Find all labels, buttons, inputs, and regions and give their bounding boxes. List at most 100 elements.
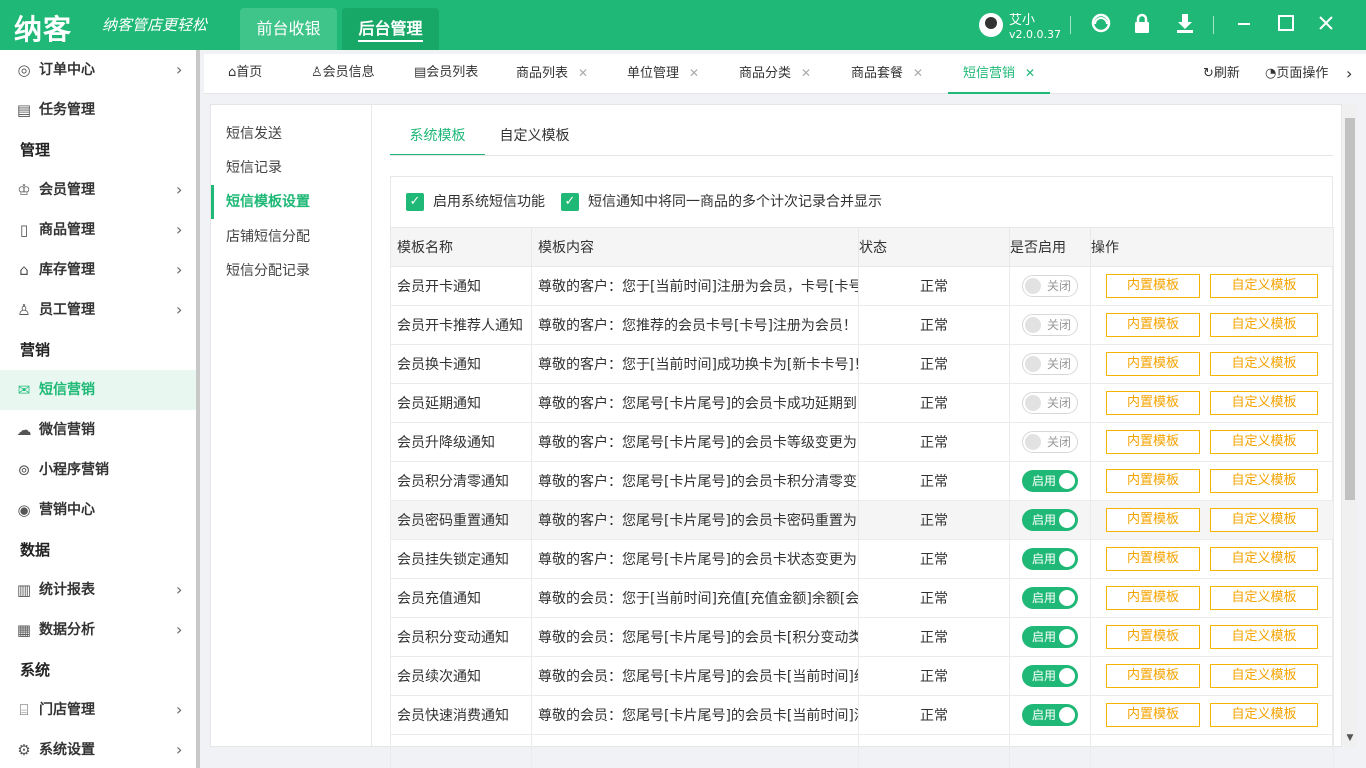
builtin-template-button[interactable]: 内置模板 [1106,391,1200,415]
tab-member-list[interactable]: ▤会员列表 [414,54,478,94]
enable-toggle[interactable]: 关闭 [1022,353,1078,375]
page-ops-icon: ◔ [1265,66,1277,81]
enable-toggle[interactable]: 关闭 [1022,392,1078,414]
close-icon[interactable]: ✕ [1025,66,1035,80]
headset-icon[interactable] [1089,12,1113,36]
custom-template-button[interactable]: 自定义模板 [1210,430,1318,454]
enable-toggle[interactable]: 启用 [1022,470,1078,492]
download-icon[interactable] [1173,12,1197,36]
template-name-cell: 会员积分清零通知 [390,461,532,501]
tab-member-info[interactable]: ♙会员信息 [311,54,375,94]
tab-product-category[interactable]: 商品分类 ✕ [739,54,811,94]
builtin-template-button[interactable]: 内置模板 [1106,547,1200,571]
tab-sms-marketing[interactable]: 短信营销 ✕ [948,54,1051,94]
enable-toggle[interactable]: 启用 [1022,548,1078,570]
custom-template-button[interactable]: 自定义模板 [1210,586,1318,610]
sidebar-item-data-analysis[interactable]: ▦ 数据分析 › [0,610,196,650]
custom-template-button[interactable]: 自定义模板 [1210,508,1318,532]
crown-icon: ♔ [17,181,31,199]
subnav-sms-records[interactable]: 短信记录 [211,151,371,185]
close-icon[interactable] [1314,12,1338,36]
user-avatar[interactable] [979,13,1003,37]
builtin-template-button[interactable]: 内置模板 [1106,625,1200,649]
tab-product-package[interactable]: 商品套餐 ✕ [851,54,923,94]
sidebar-item-sms-marketing[interactable]: ✉ 短信营销 [0,370,196,410]
custom-template-button[interactable]: 自定义模板 [1210,274,1318,298]
sidebar-item-task-management[interactable]: ▤ 任务管理 [0,90,196,130]
subnav-store-sms-allocation[interactable]: 店铺短信分配 [211,220,371,254]
builtin-template-button[interactable]: 内置模板 [1106,274,1200,298]
sidebar-item-system-settings[interactable]: ⚙ 系统设置 › [0,730,196,768]
builtin-template-button[interactable]: 内置模板 [1106,703,1200,727]
maximize-icon[interactable] [1274,12,1298,36]
scrollbar-thumb[interactable] [1345,118,1355,500]
builtin-template-button[interactable]: 内置模板 [1106,664,1200,688]
builtin-template-button[interactable]: 内置模板 [1106,586,1200,610]
sidebar-scrollbar[interactable] [196,50,200,768]
sidebar-item-member-management[interactable]: ♔ 会员管理 › [0,170,196,210]
enable-toggle[interactable]: 启用 [1022,509,1078,531]
close-icon[interactable]: ✕ [913,66,923,80]
sidebar-item-miniprogram-marketing[interactable]: ⊚ 小程序营销 [0,450,196,490]
enable-toggle[interactable]: 启用 [1022,704,1078,726]
tab-back-admin[interactable]: 后台管理 [342,8,439,50]
tab-system-templates[interactable]: 系统模板 [390,116,485,156]
builtin-template-button[interactable]: 内置模板 [1106,430,1200,454]
enable-sms-checkbox[interactable]: ✓ [406,193,424,211]
builtin-template-button[interactable]: 内置模板 [1106,508,1200,532]
builtin-template-button[interactable]: 内置模板 [1106,352,1200,376]
minimize-icon[interactable] [1232,12,1256,36]
lock-icon[interactable] [1130,12,1154,36]
sidebar-group-data: 数据 [20,541,51,559]
scroll-down-icon[interactable]: ▼ [1343,731,1357,745]
custom-template-button[interactable]: 自定义模板 [1210,625,1318,649]
sidebar-item-staff-management[interactable]: ♙ 员工管理 › [0,290,196,330]
table-row [390,734,1334,768]
sidebar-item-statistics-report[interactable]: ▥ 统计报表 › [0,570,196,610]
merge-records-checkbox[interactable]: ✓ [561,193,579,211]
close-icon[interactable]: ✕ [689,66,699,80]
custom-template-button[interactable]: 自定义模板 [1210,664,1318,688]
custom-template-button[interactable]: 自定义模板 [1210,469,1318,493]
template-name-cell: 会员续次通知 [390,656,532,696]
enable-toggle[interactable]: 启用 [1022,626,1078,648]
template-name-cell: 会员换卡通知 [390,344,532,384]
custom-template-button[interactable]: 自定义模板 [1210,313,1318,337]
subnav-sms-template-settings[interactable]: 短信模板设置 [211,185,371,219]
tab-unit-management[interactable]: 单位管理 ✕ [627,54,699,94]
sidebar-item-order-center[interactable]: ◎ 订单中心 › [0,50,196,90]
tab-product-list[interactable]: 商品列表 ✕ [516,54,588,94]
chevron-right-icon: › [176,180,183,199]
tab-front-cashier[interactable]: 前台收银 [240,8,337,50]
content-scrollbar[interactable]: ▼ [1343,104,1357,747]
tab-home[interactable]: ⌂首页 [228,54,262,94]
enable-toggle[interactable]: 启用 [1022,587,1078,609]
builtin-template-button[interactable]: 内置模板 [1106,469,1200,493]
custom-template-button[interactable]: 自定义模板 [1210,391,1318,415]
enable-toggle[interactable]: 关闭 [1022,275,1078,297]
builtin-template-button[interactable]: 内置模板 [1106,313,1200,337]
sidebar-item-wechat-marketing[interactable]: ☁ 微信营销 [0,410,196,450]
page-ops-button[interactable]: ◔页面操作 [1265,54,1328,94]
template-actions-cell: 内置模板 自定义模板 [1090,695,1334,735]
custom-template-button[interactable]: 自定义模板 [1210,703,1318,727]
custom-template-button[interactable]: 自定义模板 [1210,352,1318,376]
enable-toggle[interactable]: 关闭 [1022,314,1078,336]
sidebar-item-marketing-center[interactable]: ◉ 营销中心 [0,490,196,530]
custom-template-button[interactable]: 自定义模板 [1210,547,1318,571]
close-icon[interactable]: ✕ [801,66,811,80]
enable-toggle[interactable]: 关闭 [1022,431,1078,453]
close-icon[interactable]: ✕ [578,66,588,80]
subnav-sms-send[interactable]: 短信发送 [211,117,371,151]
user-name[interactable]: 艾小 [1009,9,1035,28]
subnav-allocation-records[interactable]: 短信分配记录 [211,254,371,288]
refresh-button[interactable]: ↻刷新 [1203,54,1240,94]
sidebar-item-store-management[interactable]: ⌸ 门店管理 › [0,690,196,730]
enable-toggle[interactable]: 启用 [1022,665,1078,687]
sidebar-item-inventory-management[interactable]: ⌂ 库存管理 › [0,250,196,290]
sidebar-item-label: 数据分析 [39,622,95,638]
template-name-cell: 会员挂失锁定通知 [390,539,532,579]
chevron-right-icon[interactable]: › [1346,54,1352,94]
sidebar-item-product-management[interactable]: ▯ 商品管理 › [0,210,196,250]
tab-custom-templates[interactable]: 自定义模板 [487,116,582,156]
